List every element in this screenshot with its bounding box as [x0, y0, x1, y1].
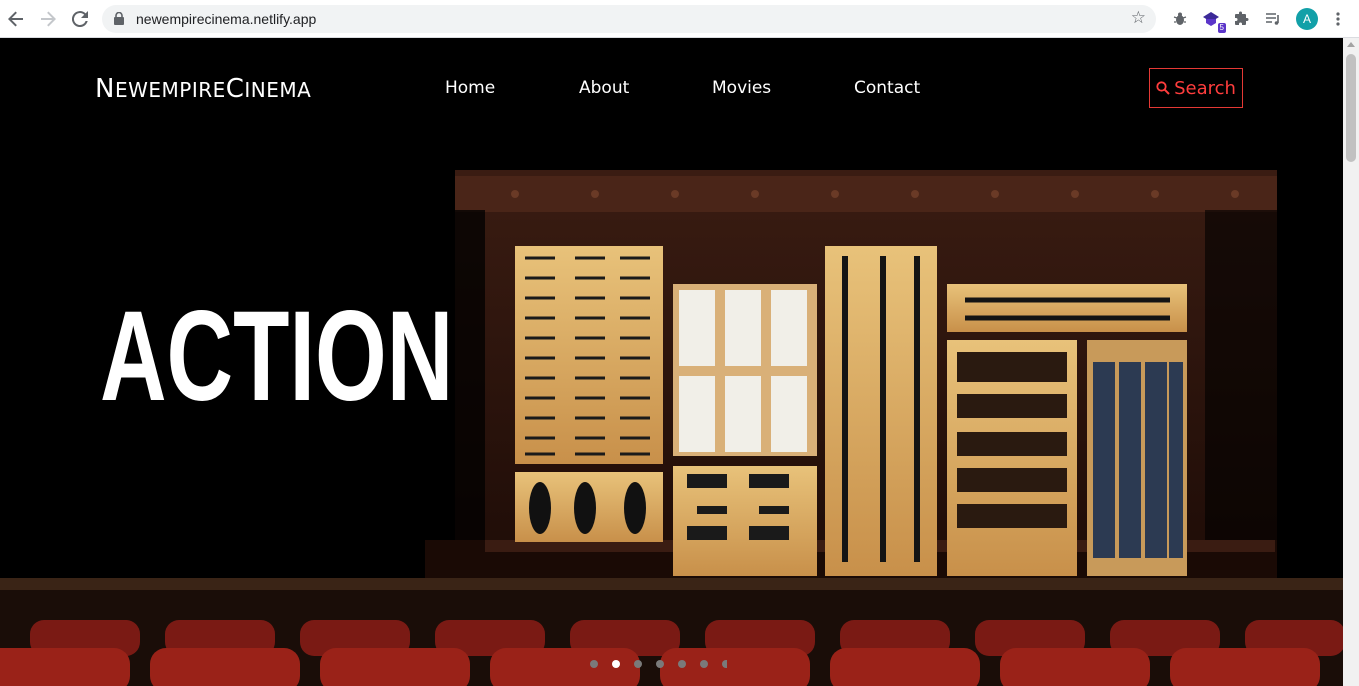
page-viewport: NEWEMPIRECINEMA Home About Movies Contac… [0, 38, 1343, 686]
scroll-up-icon[interactable] [1347, 42, 1355, 47]
nav-home[interactable]: Home [445, 78, 495, 98]
nav-contact[interactable]: Contact [854, 78, 920, 98]
carousel-dot-6[interactable] [700, 660, 708, 668]
carousel-dot-4[interactable] [656, 660, 664, 668]
hero-poster-image [425, 170, 1277, 580]
search-icon [1156, 81, 1170, 95]
lock-icon [114, 12, 124, 25]
site-header: NEWEMPIRECINEMA Home About Movies Contac… [0, 38, 1343, 138]
site-logo[interactable]: NEWEMPIRECINEMA [95, 74, 311, 104]
arrow-right-icon [41, 11, 56, 27]
extension-badge: 5 [1217, 23, 1226, 33]
scrollbar-thumb[interactable] [1346, 54, 1356, 162]
media-queue-icon[interactable] [1263, 9, 1283, 29]
back-button[interactable] [5, 8, 27, 30]
search-button-label: Search [1174, 77, 1236, 99]
forward-button[interactable] [37, 8, 59, 30]
bookmark-star-icon[interactable]: ☆ [1131, 8, 1146, 28]
logo-text: INEMA [244, 78, 312, 102]
carousel-dot-5[interactable] [678, 660, 686, 668]
reload-button[interactable] [69, 8, 91, 30]
puzzle-extensions-icon[interactable] [1232, 9, 1252, 29]
carousel-dot-2[interactable] [612, 660, 620, 668]
carousel-indicators [590, 660, 727, 668]
nav-about[interactable]: About [579, 78, 629, 98]
hero-title: ACTION [100, 285, 454, 428]
reload-icon [72, 11, 88, 27]
graduation-cap-extension-icon[interactable]: 5 [1201, 9, 1226, 33]
nav-movies[interactable]: Movies [712, 78, 771, 98]
more-menu-icon[interactable] [1328, 9, 1348, 29]
arrow-left-icon [8, 11, 23, 27]
carousel-dot-7[interactable] [722, 660, 727, 668]
logo-letter: C [225, 74, 245, 104]
bug-extension-icon[interactable] [1170, 9, 1190, 29]
carousel-dot-1[interactable] [590, 660, 598, 668]
search-button[interactable]: Search [1149, 68, 1243, 108]
logo-letter: N [95, 74, 115, 104]
page-scrollbar[interactable] [1343, 38, 1359, 686]
logo-text: EWEMPIRE [114, 78, 226, 102]
carousel-dot-3[interactable] [634, 660, 642, 668]
browser-toolbar: newempirecinema.netlify.app ☆ 5 A [0, 0, 1359, 38]
url-text: newempirecinema.netlify.app [136, 11, 317, 27]
address-bar[interactable]: newempirecinema.netlify.app ☆ [102, 5, 1156, 33]
profile-avatar[interactable]: A [1296, 8, 1318, 30]
cinema-seats-image [0, 578, 1343, 686]
